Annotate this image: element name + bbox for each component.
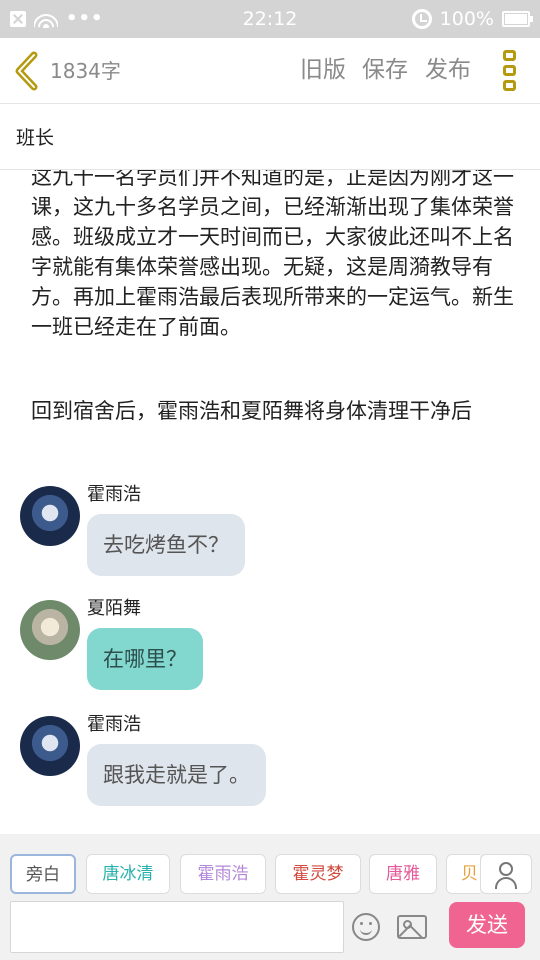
chat-message[interactable]: 霍雨浩 去吃烤鱼不？ [20,484,520,586]
battery-percent: 100% [439,8,494,30]
send-button[interactable]: 发送 [449,902,525,948]
chat-message[interactable]: 霍雨浩 跟我走就是了。 [20,714,520,816]
speaker-name: 夏陌舞 [87,598,141,619]
publish-button[interactable]: 发布 [425,55,471,85]
more-menu-icon[interactable] [501,50,519,92]
image-icon[interactable] [397,915,427,939]
avatar-xia-mowu [20,600,80,660]
old-version-button[interactable]: 旧版 [300,55,346,85]
message-bubble: 去吃烤鱼不？ [87,514,245,576]
character-bei[interactable]: 贝 [446,854,480,894]
character-tang-bingqing[interactable]: 唐冰清 [86,854,170,894]
emoji-icon[interactable] [352,913,380,941]
message-bubble: 跟我走就是了。 [87,744,266,806]
chat-message[interactable]: 夏陌舞 在哪里？ [20,598,520,700]
character-huo-lingmeng[interactable]: 霍灵梦 [275,854,361,894]
bottom-toolbar: 旁白 唐冰清 霍雨浩 霍灵梦 唐雅 贝 发送 [0,834,540,960]
speaker-name: 霍雨浩 [87,714,141,735]
status-bar: ••• 22:12 100% [0,0,540,38]
word-count: 1834字 [50,59,121,83]
message-bubble: 在哪里？ [87,628,203,690]
back-button[interactable] [10,50,46,92]
message-input[interactable] [10,901,344,953]
chapter-title-row[interactable]: 班长 [0,104,540,170]
nav-bar: 1834字 旧版 保存 发布 [0,38,540,104]
avatar-huo-yuhao [20,486,80,546]
content-area[interactable]: 这九十一名学员们并不知道的是，正是因为刚才这一课，这九十多名学员之间，已经渐渐出… [0,170,540,834]
battery-icon [502,11,533,27]
character-selector: 旁白 唐冰清 霍雨浩 霍灵梦 唐雅 贝 [0,852,480,896]
character-huo-yuhao[interactable]: 霍雨浩 [180,854,266,894]
save-button[interactable]: 保存 [362,55,408,85]
character-tang-ya[interactable]: 唐雅 [369,854,437,894]
speaker-name: 霍雨浩 [87,484,141,505]
status-right: 100% [411,8,533,30]
narration-paragraph: 回到宿舍后，霍雨浩和夏陌舞将身体清理干净后 [31,399,472,423]
person-icon[interactable] [480,854,532,894]
chevron-left-icon [15,51,38,91]
alarm-icon [411,9,432,29]
character-narrator[interactable]: 旁白 [10,854,76,894]
narration-paragraph: 这九十一名学员们并不知道的是，正是因为刚才这一课，这九十多名学员之间，已经渐渐出… [31,170,514,339]
avatar-huo-yuhao [20,716,80,776]
chapter-title: 班长 [16,127,55,149]
